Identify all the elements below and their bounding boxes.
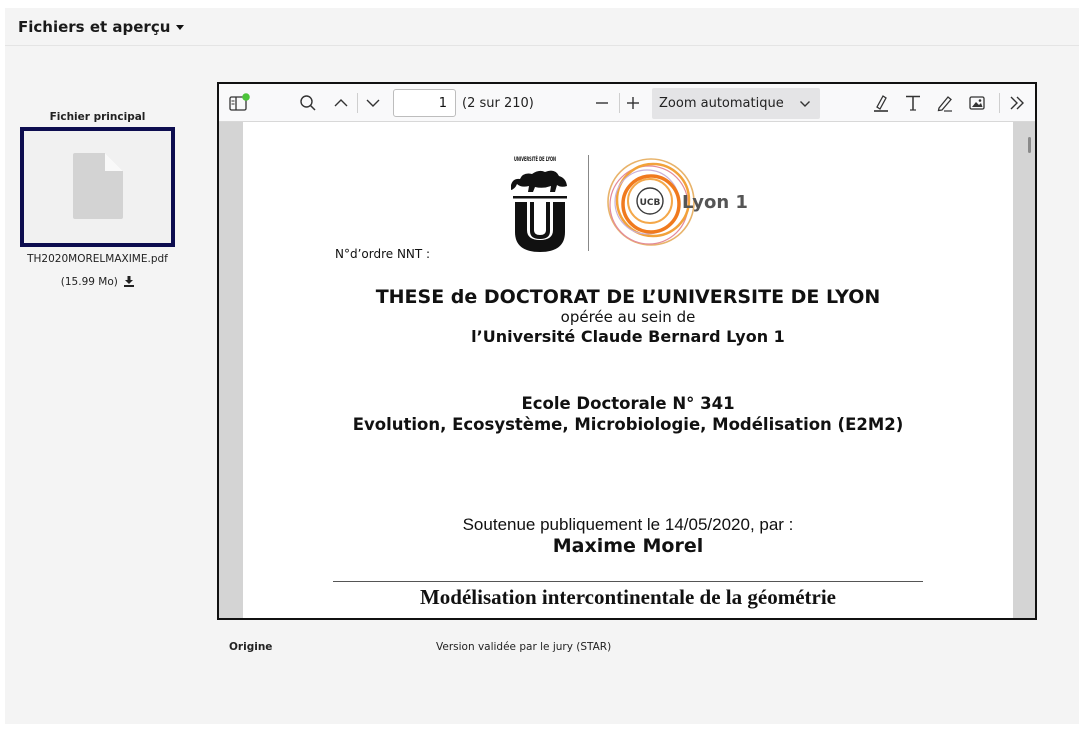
previous-page-button[interactable] xyxy=(330,91,352,115)
origin-value: Version validée par le jury (STAR) xyxy=(436,641,612,653)
document-title: Modélisation intercontinentale de la géo… xyxy=(419,585,837,609)
sidebar-icon xyxy=(229,93,250,111)
zoom-select[interactable]: Zoom automatique xyxy=(652,88,820,119)
chevron-down-icon xyxy=(800,101,810,107)
caret-down-icon xyxy=(176,25,185,30)
file-size: (15.99 Mo) xyxy=(60,276,118,288)
operee-text: opérée au sein de xyxy=(560,308,696,326)
page-number-input[interactable] xyxy=(393,89,456,117)
pdf-page: UNIVERSITÉ DE LYON UCB Lyon 1 N°d’ordre … xyxy=(243,122,1013,618)
section-title: Fichiers et aperçu xyxy=(18,18,171,36)
author-name: Maxime Morel xyxy=(552,535,704,557)
next-page-button[interactable] xyxy=(362,91,384,115)
free-text-button[interactable] xyxy=(901,91,925,115)
logo-divider xyxy=(588,155,589,251)
pen-icon xyxy=(937,96,952,112)
universite-de-lyon-logo: UNIVERSITÉ DE LYON xyxy=(511,154,567,252)
pdf-toolbar: (2 sur 210) Zoom automatique xyxy=(219,84,1035,122)
document-icon xyxy=(73,153,123,219)
search-icon xyxy=(300,95,316,111)
download-icon[interactable] xyxy=(124,276,135,287)
file-thumbnail[interactable] xyxy=(20,127,175,247)
file-name-link[interactable]: TH2020MORELMAXIME.pdf xyxy=(15,253,180,265)
highlighter-icon xyxy=(874,95,888,112)
logo-badge-text: UCB xyxy=(640,198,661,208)
toolbar-divider xyxy=(357,93,358,113)
pdf-scroll-area[interactable]: UNIVERSITÉ DE LYON UCB Lyon 1 N°d’ordre … xyxy=(219,122,1035,618)
page-count: (2 sur 210) xyxy=(462,96,534,111)
doctoral-school-name: Evolution, Ecosystème, Microbiologie, Mo… xyxy=(352,415,904,434)
double-chevron-right-icon xyxy=(1010,96,1024,110)
toolbar-divider xyxy=(619,93,620,113)
find-button[interactable] xyxy=(296,91,320,115)
zoom-value: Zoom automatique xyxy=(659,96,784,111)
tools-menu-button[interactable] xyxy=(1005,91,1029,115)
logo-right-text: Lyon 1 xyxy=(682,192,748,213)
scrollbar-thumb[interactable] xyxy=(1028,137,1031,153)
defense-date: Soutenue publiquement le 14/05/2020, par… xyxy=(462,515,794,534)
toolbar-divider xyxy=(999,93,1000,113)
ucb-lyon1-logo: UCB Lyon 1 xyxy=(607,158,748,246)
doctoral-school: Ecole Doctorale N° 341 xyxy=(521,394,735,413)
sidebar-toggle-button[interactable] xyxy=(227,91,251,115)
university-name: l’Université Claude Bernard Lyon 1 xyxy=(471,327,785,346)
text-icon xyxy=(906,95,920,111)
zoom-out-button[interactable] xyxy=(590,91,614,115)
zoom-in-button[interactable] xyxy=(621,91,645,115)
pdf-viewer: (2 sur 210) Zoom automatique xyxy=(217,82,1037,620)
minus-icon xyxy=(596,102,608,104)
section-toggle[interactable]: Fichiers et aperçu xyxy=(18,18,185,36)
thesis-title: THESE de DOCTORAT DE L’UNIVERSITE DE LYO… xyxy=(375,286,881,308)
chevron-up-icon xyxy=(334,99,348,107)
image-icon xyxy=(969,96,985,110)
draw-button[interactable] xyxy=(933,91,957,115)
section-header: Fichiers et aperçu xyxy=(5,8,1079,46)
title-rule xyxy=(333,581,923,582)
nnt-label: N°d’ordre NNT : xyxy=(335,247,431,261)
chevron-down-icon xyxy=(366,99,380,107)
logo-left-text: UNIVERSITÉ DE LYON xyxy=(514,154,556,163)
plus-icon xyxy=(627,97,639,109)
main-file-label: Fichier principal xyxy=(49,111,146,123)
add-image-button[interactable] xyxy=(965,91,989,115)
origin-label: Origine xyxy=(229,641,273,653)
highlight-button[interactable] xyxy=(869,91,893,115)
